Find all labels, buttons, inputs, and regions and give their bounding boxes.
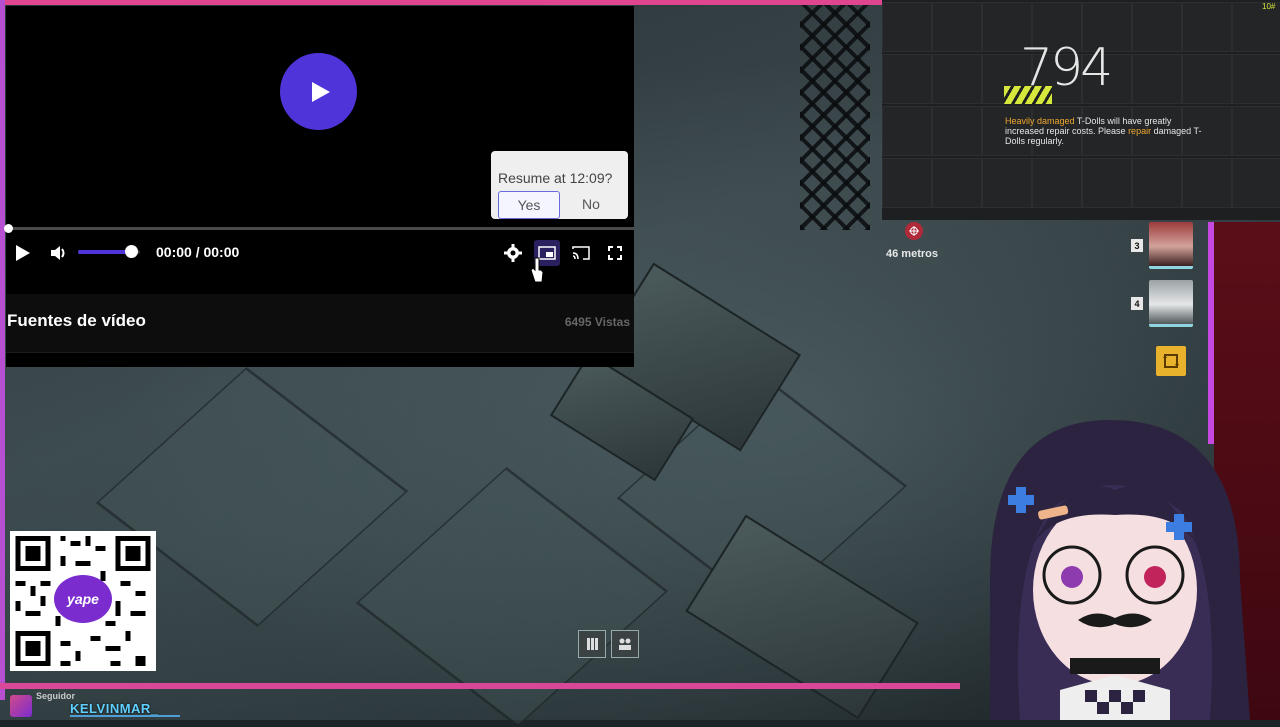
settings-button[interactable] xyxy=(502,242,524,264)
video-title: Fuentes de vídeo xyxy=(7,311,146,330)
hud-warning-text: Heavily damaged T-Dolls will have greatl… xyxy=(1005,116,1205,146)
play-button[interactable] xyxy=(12,242,34,264)
resume-prompt: Resume at 12:09? xyxy=(498,170,613,186)
hud-grid-cell xyxy=(1082,158,1132,208)
hud-grid-cell xyxy=(1132,54,1182,104)
warning-highlight: Heavily damaged xyxy=(1005,116,1075,126)
warning-highlight: repair xyxy=(1128,126,1152,136)
squad-slot[interactable]: 4 xyxy=(1131,280,1193,327)
play-icon xyxy=(16,245,30,261)
hud-grid-cell xyxy=(1232,158,1280,208)
objective-distance: 46 metros xyxy=(886,248,938,260)
volume-icon xyxy=(51,246,65,260)
squad-swap-button[interactable] xyxy=(1156,346,1186,376)
hud-grid-cell xyxy=(982,158,1032,208)
skill-button[interactable] xyxy=(611,630,639,658)
volume-handle[interactable] xyxy=(124,245,138,258)
vtuber-avatar xyxy=(990,420,1250,720)
hud-grid-cell xyxy=(932,106,982,156)
squad-slot[interactable]: 3 xyxy=(1131,222,1193,269)
tdoll-portrait xyxy=(1149,222,1193,269)
follower-avatar xyxy=(10,695,32,717)
squad-icon xyxy=(619,638,631,650)
hud-grid-cell xyxy=(1032,158,1082,208)
hud-grid-cell xyxy=(1132,158,1182,208)
bullets-icon xyxy=(587,638,598,650)
cast-button[interactable] xyxy=(570,242,592,264)
hud-grid-cell xyxy=(882,158,932,208)
current-time: 00:00 xyxy=(156,244,192,260)
big-play-button[interactable] xyxy=(280,53,357,130)
stream-border-left xyxy=(0,0,5,700)
volume-slider[interactable] xyxy=(78,245,140,258)
squad-number: 4 xyxy=(1131,297,1143,310)
fullscreen-button[interactable] xyxy=(604,242,626,264)
hud-corner-label: 10# xyxy=(1262,2,1276,11)
follower-alert: Seguidor KELVINMAR_ xyxy=(8,689,198,717)
mouse-cursor-icon xyxy=(530,257,544,283)
swap-icon xyxy=(1163,354,1179,368)
hud-grid-cell xyxy=(1232,106,1280,156)
hud-grid-cell xyxy=(932,54,982,104)
crosshair-icon xyxy=(909,226,919,236)
yape-logo-text: yape xyxy=(67,591,99,607)
hud-grid-cell xyxy=(882,54,932,104)
hud-grid-cell xyxy=(1132,2,1182,52)
video-player: 00:00 / 00:00 Resume at 12:09? Yes No Fu… xyxy=(4,6,634,367)
stream-border-top xyxy=(0,0,882,5)
resume-popup: Resume at 12:09? Yes No xyxy=(491,151,628,219)
hud-striped-badge xyxy=(1004,86,1052,104)
time-separator: / xyxy=(195,244,200,260)
tdoll-portrait xyxy=(1149,280,1193,327)
progress-handle[interactable] xyxy=(4,224,13,233)
follower-name: KELVINMAR_ xyxy=(70,701,159,716)
hud-grid-cell xyxy=(932,2,982,52)
donation-qr-code: yape xyxy=(10,531,156,671)
play-icon xyxy=(311,81,330,102)
fullscreen-icon xyxy=(608,246,622,260)
objective-marker-icon xyxy=(905,222,923,240)
hud-grid-cell xyxy=(1182,54,1232,104)
resume-no-button[interactable]: No xyxy=(571,191,611,217)
cast-icon xyxy=(572,246,590,260)
follower-underline xyxy=(70,715,180,717)
hud-grid-cell xyxy=(1182,2,1232,52)
video-views: 6495 Vistas xyxy=(564,315,630,329)
volume-fill xyxy=(78,250,131,254)
squad-number: 3 xyxy=(1131,239,1143,252)
total-time: 00:00 xyxy=(203,244,240,260)
follower-label: Seguidor xyxy=(36,691,76,701)
resume-yes-button[interactable]: Yes xyxy=(498,191,560,219)
hud-grid-cell xyxy=(882,2,932,52)
hud-grid-cell xyxy=(882,106,932,156)
hud-grid-cell xyxy=(1232,54,1280,104)
progress-bar[interactable] xyxy=(6,227,634,230)
game-hud-panel xyxy=(882,0,1280,220)
skill-button[interactable] xyxy=(578,630,606,658)
volume-button[interactable] xyxy=(48,242,70,264)
hud-grid-cell xyxy=(932,158,982,208)
yape-logo: yape xyxy=(54,575,112,623)
gear-icon xyxy=(504,244,522,262)
time-display: 00:00 / 00:00 xyxy=(156,244,239,260)
steel-tower xyxy=(800,0,870,230)
video-info-bar: Fuentes de vídeo 6495 Vistas xyxy=(6,294,634,353)
hud-grid-cell xyxy=(1182,158,1232,208)
